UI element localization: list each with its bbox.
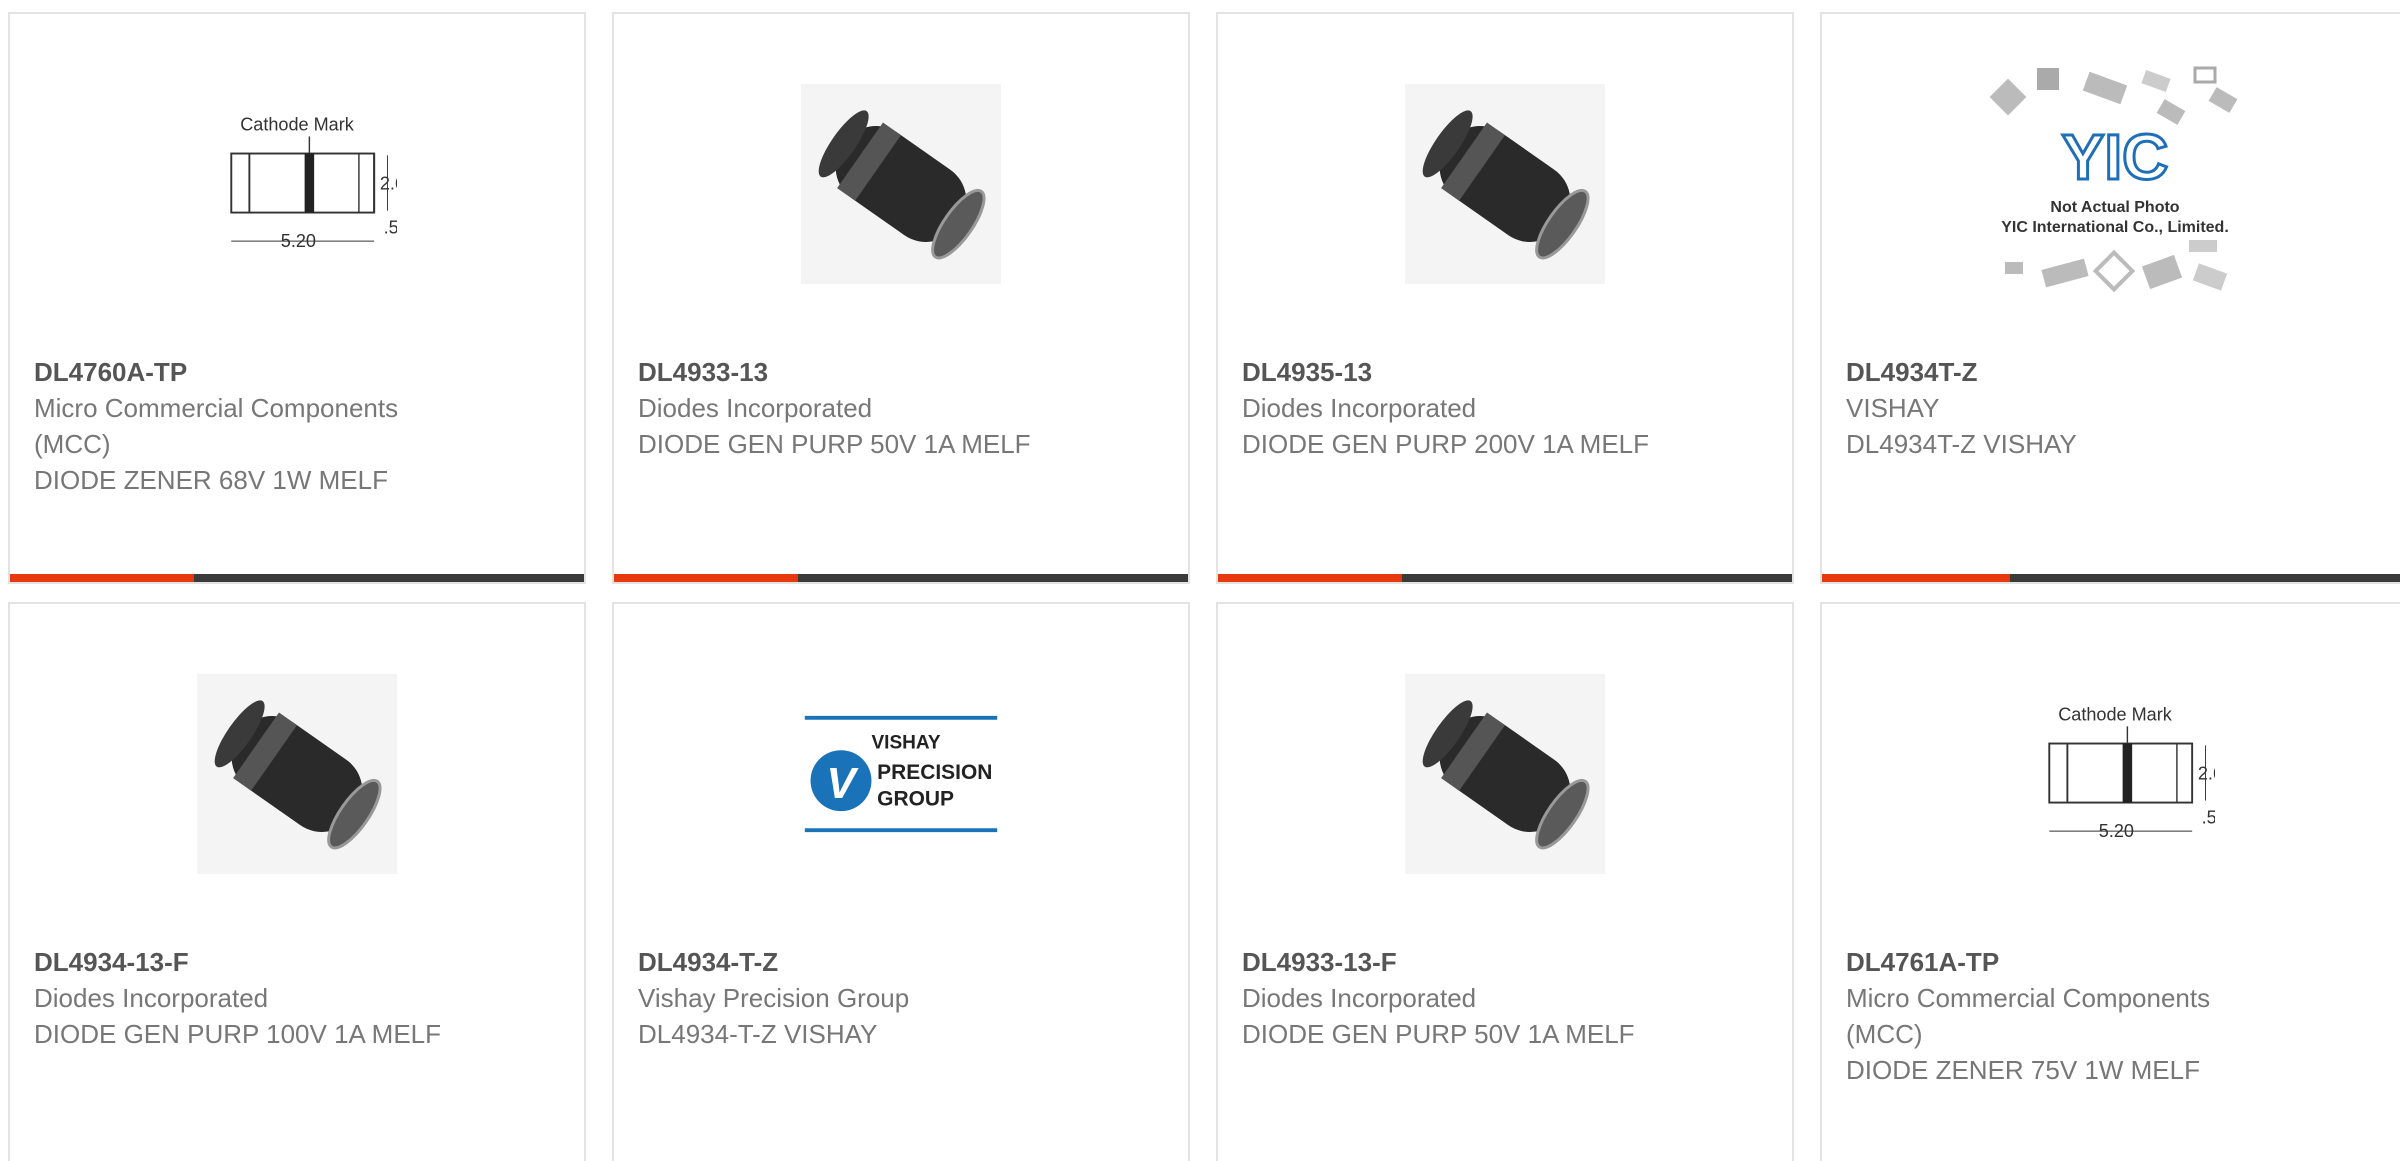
manufacturer: Vishay Precision Group — [638, 983, 910, 1013]
svg-text:VISHAY: VISHAY — [871, 732, 940, 753]
svg-text:YIC International Co., Limited: YIC International Co., Limited. — [2001, 219, 2229, 236]
card-footer-bar — [1822, 574, 2400, 582]
part-number[interactable]: DL4933-13 — [638, 354, 1068, 390]
svg-text:Cathode Mark: Cathode Mark — [240, 115, 355, 135]
product-image: V VISHAY PRECISION GROUP — [801, 674, 1001, 874]
description: DIODE GEN PURP 50V 1A MELF — [1242, 1019, 1635, 1049]
manufacturer: Micro Commercial Components (MCC) — [1846, 983, 2211, 1049]
description: DIODE GEN PURP 100V 1A MELF — [34, 1019, 441, 1049]
description: DL4934-T-Z VISHAY — [638, 1019, 878, 1049]
svg-text:Not Actual Photo: Not Actual Photo — [2050, 199, 2179, 216]
part-number[interactable]: DL4934-T-Z — [638, 944, 1068, 980]
svg-text:GROUP: GROUP — [877, 787, 954, 810]
part-number[interactable]: DL4935-13 — [1242, 354, 1672, 390]
melf-diode-photo — [1405, 674, 1605, 874]
manufacturer: Diodes Incorporated — [1242, 983, 1477, 1013]
product-card[interactable]: Cathode Mark 2.67 5.20 .55 DL4760A-TP Mi… — [8, 12, 586, 584]
card-footer-bar — [10, 574, 584, 582]
svg-text:V: V — [826, 759, 859, 808]
part-number[interactable]: DL4761A-TP — [1846, 944, 2276, 980]
product-card[interactable]: DL4935-13 Diodes Incorporated DIODE GEN … — [1216, 12, 1794, 584]
description: DIODE GEN PURP 50V 1A MELF — [638, 429, 1031, 459]
svg-text:5.20: 5.20 — [2099, 821, 2134, 841]
product-image: Cathode Mark 2.67 5.20 .55 — [197, 84, 397, 284]
melf-dimension-drawing: Cathode Mark 2.67 5.20 .55 — [2048, 705, 2215, 841]
description: DIODE ZENER 75V 1W MELF — [1846, 1055, 2200, 1085]
product-card[interactable]: Cathode Mark 2.67 5.20 .55 DL4761A-TP Mi… — [1820, 602, 2400, 1161]
product-card[interactable]: DL4933-13 Diodes Incorporated DIODE GEN … — [612, 12, 1190, 584]
svg-text:.55: .55 — [2202, 808, 2215, 828]
melf-diode-photo — [801, 84, 1001, 284]
product-card[interactable]: YIC Not Actual Photo YIC International C… — [1820, 12, 2400, 584]
product-image — [197, 674, 397, 874]
svg-text:PRECISION: PRECISION — [877, 761, 992, 784]
product-image — [1405, 674, 1605, 874]
product-image — [801, 84, 1001, 284]
manufacturer: VISHAY — [1846, 393, 1940, 423]
svg-text:2.67: 2.67 — [380, 174, 397, 194]
svg-text:Cathode Mark: Cathode Mark — [2058, 705, 2173, 725]
product-image: YIC Not Actual Photo YIC International C… — [1975, 54, 2255, 314]
product-card[interactable]: DL4933-13-F Diodes Incorporated DIODE GE… — [1216, 602, 1794, 1161]
product-grid: Cathode Mark 2.67 5.20 .55 DL4760A-TP Mi… — [0, 0, 2400, 1161]
card-accent — [614, 574, 798, 582]
part-number[interactable]: DL4934T-Z — [1846, 354, 2276, 390]
melf-dimension-drawing: Cathode Mark 2.67 5.20 .55 — [230, 115, 397, 251]
product-card[interactable]: V VISHAY PRECISION GROUP DL4934-T-Z Vish… — [612, 602, 1190, 1161]
manufacturer: Diodes Incorporated — [34, 983, 269, 1013]
svg-text:YIC: YIC — [2062, 121, 2169, 193]
manufacturer: Diodes Incorporated — [638, 393, 873, 423]
card-footer-bar — [614, 574, 1188, 582]
card-accent — [1822, 574, 2010, 582]
description: DIODE ZENER 68V 1W MELF — [34, 465, 388, 495]
card-accent — [1218, 574, 1402, 582]
svg-text:.55: .55 — [384, 218, 397, 238]
part-number[interactable]: DL4933-13-F — [1242, 944, 1672, 980]
description: DIODE GEN PURP 200V 1A MELF — [1242, 429, 1649, 459]
vpg-logo: V VISHAY PRECISION GROUP — [804, 715, 998, 833]
svg-text:5.20: 5.20 — [281, 231, 316, 251]
product-image: Cathode Mark 2.67 5.20 .55 — [2015, 674, 2215, 874]
part-number[interactable]: DL4760A-TP — [34, 354, 464, 390]
melf-diode-photo — [197, 674, 397, 874]
product-card[interactable]: DL4934-13-F Diodes Incorporated DIODE GE… — [8, 602, 586, 1161]
card-accent — [10, 574, 194, 582]
description: DL4934T-Z VISHAY — [1846, 429, 2077, 459]
part-number[interactable]: DL4934-13-F — [34, 944, 464, 980]
melf-diode-photo — [1405, 84, 1605, 284]
yic-placeholder: YIC Not Actual Photo YIC International C… — [1989, 66, 2238, 293]
product-image — [1405, 84, 1605, 284]
card-footer-bar — [1218, 574, 1792, 582]
svg-text:2.67: 2.67 — [2198, 764, 2215, 784]
manufacturer: Micro Commercial Components (MCC) — [34, 393, 399, 459]
manufacturer: Diodes Incorporated — [1242, 393, 1477, 423]
